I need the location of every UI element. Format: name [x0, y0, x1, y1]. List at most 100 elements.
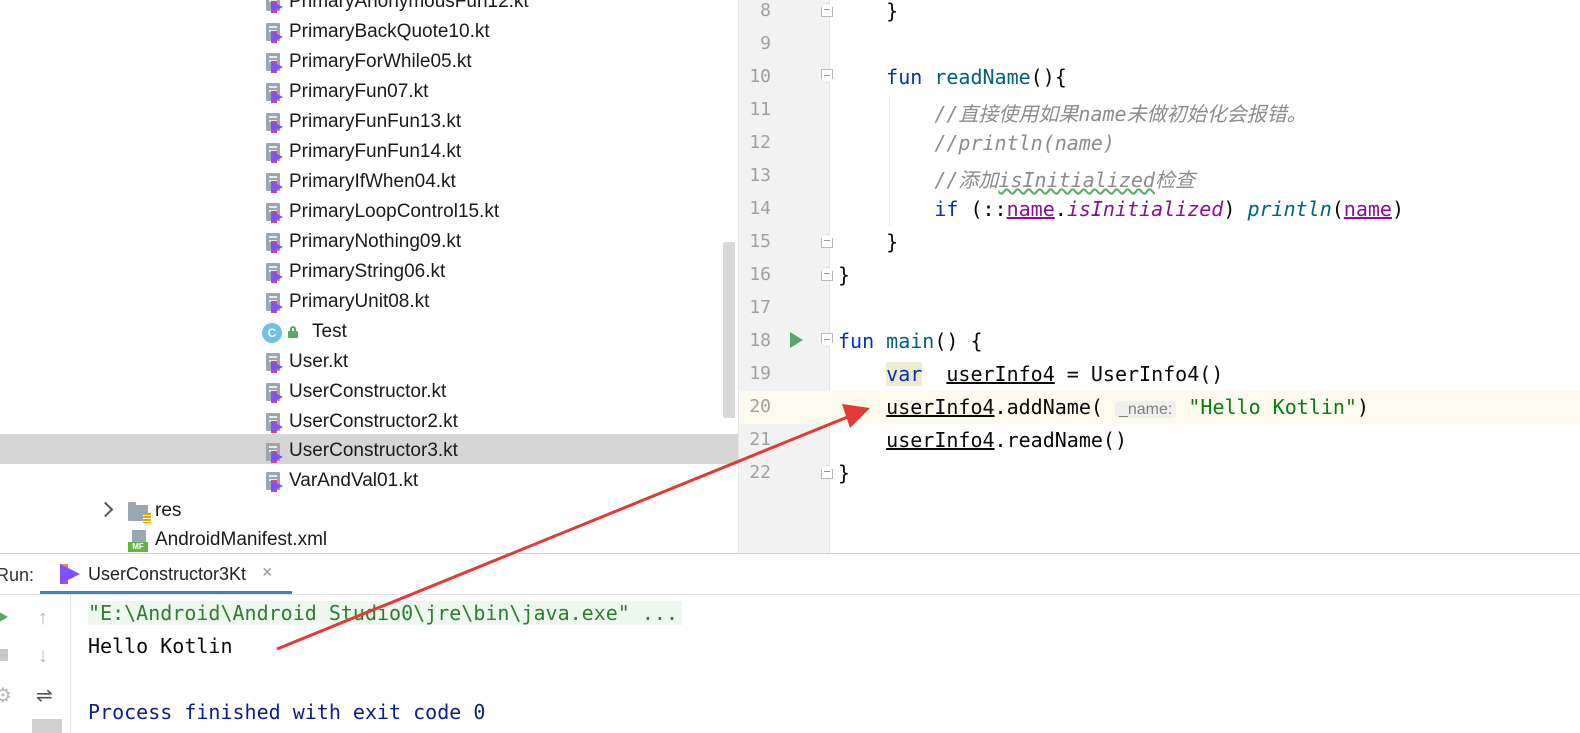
tree-file-label: User.kt — [289, 351, 349, 372]
tree-file-manifest[interactable]: MF AndroidManifest.xml — [0, 526, 738, 553]
console-exit-line: Process finished with exit code 0 — [88, 700, 486, 724]
run-tab-title: UserConstructor3Kt — [88, 564, 247, 584]
tree-file-item[interactable]: VarAndVal01.kt — [0, 467, 738, 497]
tree-file-label: PrimaryIfWhen04.kt — [289, 171, 456, 192]
tree-file-label: PrimaryBackQuote10.kt — [289, 21, 490, 42]
run-toolbar: ↑ ↓ ⚙ ⇌ — [0, 595, 71, 733]
line-number: 8 — [760, 0, 771, 21]
line-number: 14 — [749, 198, 771, 219]
code-line[interactable]: 18 fun main() { — [739, 325, 1580, 358]
rerun-icon[interactable] — [0, 609, 8, 625]
tree-file-label: PrimaryUnit08.kt — [289, 291, 430, 312]
tree-file-item[interactable]: PrimaryIfWhen04.kt — [0, 168, 738, 198]
line-number: 17 — [749, 297, 771, 318]
code-line[interactable]: 15 } — [739, 226, 1580, 259]
tree-file-item[interactable]: PrimaryLoopControl15.kt — [0, 198, 738, 228]
tree-file-item[interactable]: PrimaryBackQuote10.kt — [0, 18, 738, 48]
kotlin-file-icon — [264, 143, 284, 163]
console-output[interactable]: "E:\Android\Android Studio0\jre\bin\java… — [80, 595, 1580, 733]
code-line-current[interactable]: 20 userInfo4.addName( _name: "Hello Kotl… — [739, 391, 1580, 424]
tree-file-label: PrimaryForWhile05.kt — [289, 51, 472, 72]
fold-end-icon[interactable] — [821, 3, 833, 17]
tree-file-item[interactable]: UserConstructor.kt — [0, 378, 738, 408]
line-number: 20 — [749, 396, 771, 417]
line-number: 10 — [749, 66, 771, 87]
tree-file-item[interactable]: PrimaryForWhile05.kt — [0, 48, 738, 78]
kotlin-file-icon — [264, 383, 284, 403]
tree-file-label: AndroidManifest.xml — [155, 529, 328, 550]
fold-start-icon[interactable] — [821, 69, 833, 83]
code-line[interactable]: 14 if (::name.isInitialized) println(nam… — [739, 193, 1580, 226]
tree-file-label: PrimaryFunFun13.kt — [289, 111, 462, 132]
tree-class-item[interactable]: C Test — [0, 318, 738, 348]
close-icon[interactable]: × — [262, 562, 273, 583]
code-line[interactable]: 10 fun readName(){ — [739, 61, 1580, 94]
kotlin-file-icon — [264, 0, 284, 13]
tree-file-item[interactable]: PrimaryFunFun14.kt — [0, 138, 738, 168]
fold-end-icon[interactable] — [821, 267, 833, 281]
settings-icon[interactable]: ⚙ — [0, 683, 14, 707]
tree-file-label: UserConstructor3.kt — [289, 440, 458, 461]
line-number: 19 — [749, 363, 771, 384]
code-editor[interactable]: 8 } 9 10 fun readName(){ 11 //直接使用如果name… — [739, 0, 1580, 553]
fold-start-icon[interactable] — [821, 333, 833, 347]
tree-file-item[interactable]: PrimaryFun07.kt — [0, 78, 738, 108]
tree-file-label: PrimaryFunFun14.kt — [289, 141, 462, 162]
code-line[interactable]: 17 — [739, 292, 1580, 325]
tree-folder-label: res — [155, 500, 182, 521]
run-header: Run: UserConstructor3Kt × — [0, 554, 1580, 595]
code-line[interactable]: 13 //添加isInitialized检查 — [739, 160, 1580, 193]
code-line[interactable]: 22 } — [739, 457, 1580, 490]
fold-end-icon[interactable] — [821, 465, 833, 479]
line-number: 15 — [749, 231, 771, 252]
arrow-down-icon[interactable]: ↓ — [38, 645, 58, 667]
code-line[interactable]: 21 userInfo4.readName() — [739, 424, 1580, 457]
tree-scrollbar[interactable] — [723, 242, 735, 418]
line-number: 9 — [760, 33, 771, 54]
code-line[interactable]: 8 } — [739, 0, 1580, 28]
pin-icon[interactable] — [32, 719, 62, 733]
run-panel-label: Run: — [0, 565, 35, 585]
tree-file-label: UserConstructor.kt — [289, 381, 447, 402]
run-gutter-icon[interactable] — [790, 332, 803, 348]
tree-file-item-selected[interactable]: UserConstructor3.kt — [0, 434, 738, 464]
tree-file-label: PrimaryAnonymousFun12.kt — [289, 0, 529, 12]
lock-icon — [288, 326, 298, 338]
code-line[interactable]: 9 — [739, 28, 1580, 61]
fold-end-icon[interactable] — [821, 234, 833, 248]
kotlin-file-icon — [264, 293, 284, 313]
code-line[interactable]: 19 var userInfo4 = UserInfo4() — [739, 358, 1580, 391]
kotlin-file-icon — [264, 203, 284, 223]
code-line[interactable]: 11 //直接使用如果name未做初始化会报错。 — [739, 94, 1580, 127]
tree-file-item[interactable]: PrimaryUnit08.kt — [0, 288, 738, 318]
kotlin-file-icon — [264, 113, 284, 133]
soft-wrap-icon[interactable]: ⇌ — [36, 683, 56, 707]
tree-file-label: PrimaryLoopControl15.kt — [289, 201, 500, 222]
run-panel: Run: UserConstructor3Kt × ↑ ↓ ⚙ ⇌ "E:\An… — [0, 553, 1580, 733]
line-number: 11 — [749, 99, 771, 120]
stop-icon[interactable] — [0, 649, 8, 661]
parameter-hint: _name: — [1114, 401, 1177, 418]
tree-file-item[interactable]: PrimaryFunFun13.kt — [0, 108, 738, 138]
tree-file-item[interactable]: PrimaryNothing09.kt — [0, 228, 738, 258]
run-config-tab[interactable]: UserConstructor3Kt × — [40, 554, 292, 594]
tree-file-label: VarAndVal01.kt — [289, 470, 419, 491]
line-number: 13 — [749, 165, 771, 186]
tree-file-item[interactable]: User.kt — [0, 348, 738, 378]
code-line[interactable]: 16 } — [739, 259, 1580, 292]
arrow-up-icon[interactable]: ↑ — [38, 607, 58, 629]
line-number: 12 — [749, 132, 771, 153]
code-line[interactable]: 12 //println(name) — [739, 127, 1580, 160]
tree-file-item[interactable]: PrimaryAnonymousFun12.kt — [0, 0, 738, 18]
kotlin-file-icon — [264, 23, 284, 43]
manifest-icon: MF — [128, 530, 148, 552]
chevron-right-icon[interactable] — [97, 501, 114, 518]
tree-file-item[interactable]: PrimaryString06.kt — [0, 258, 738, 288]
kotlin-file-icon — [264, 83, 284, 103]
resource-folder-icon — [128, 502, 151, 523]
kotlin-icon — [60, 564, 80, 584]
tree-file-label: PrimaryString06.kt — [289, 261, 446, 282]
tree-folder-res[interactable]: res — [0, 497, 738, 527]
tree-class-label: Test — [312, 321, 347, 342]
kotlin-file-icon — [264, 353, 284, 373]
